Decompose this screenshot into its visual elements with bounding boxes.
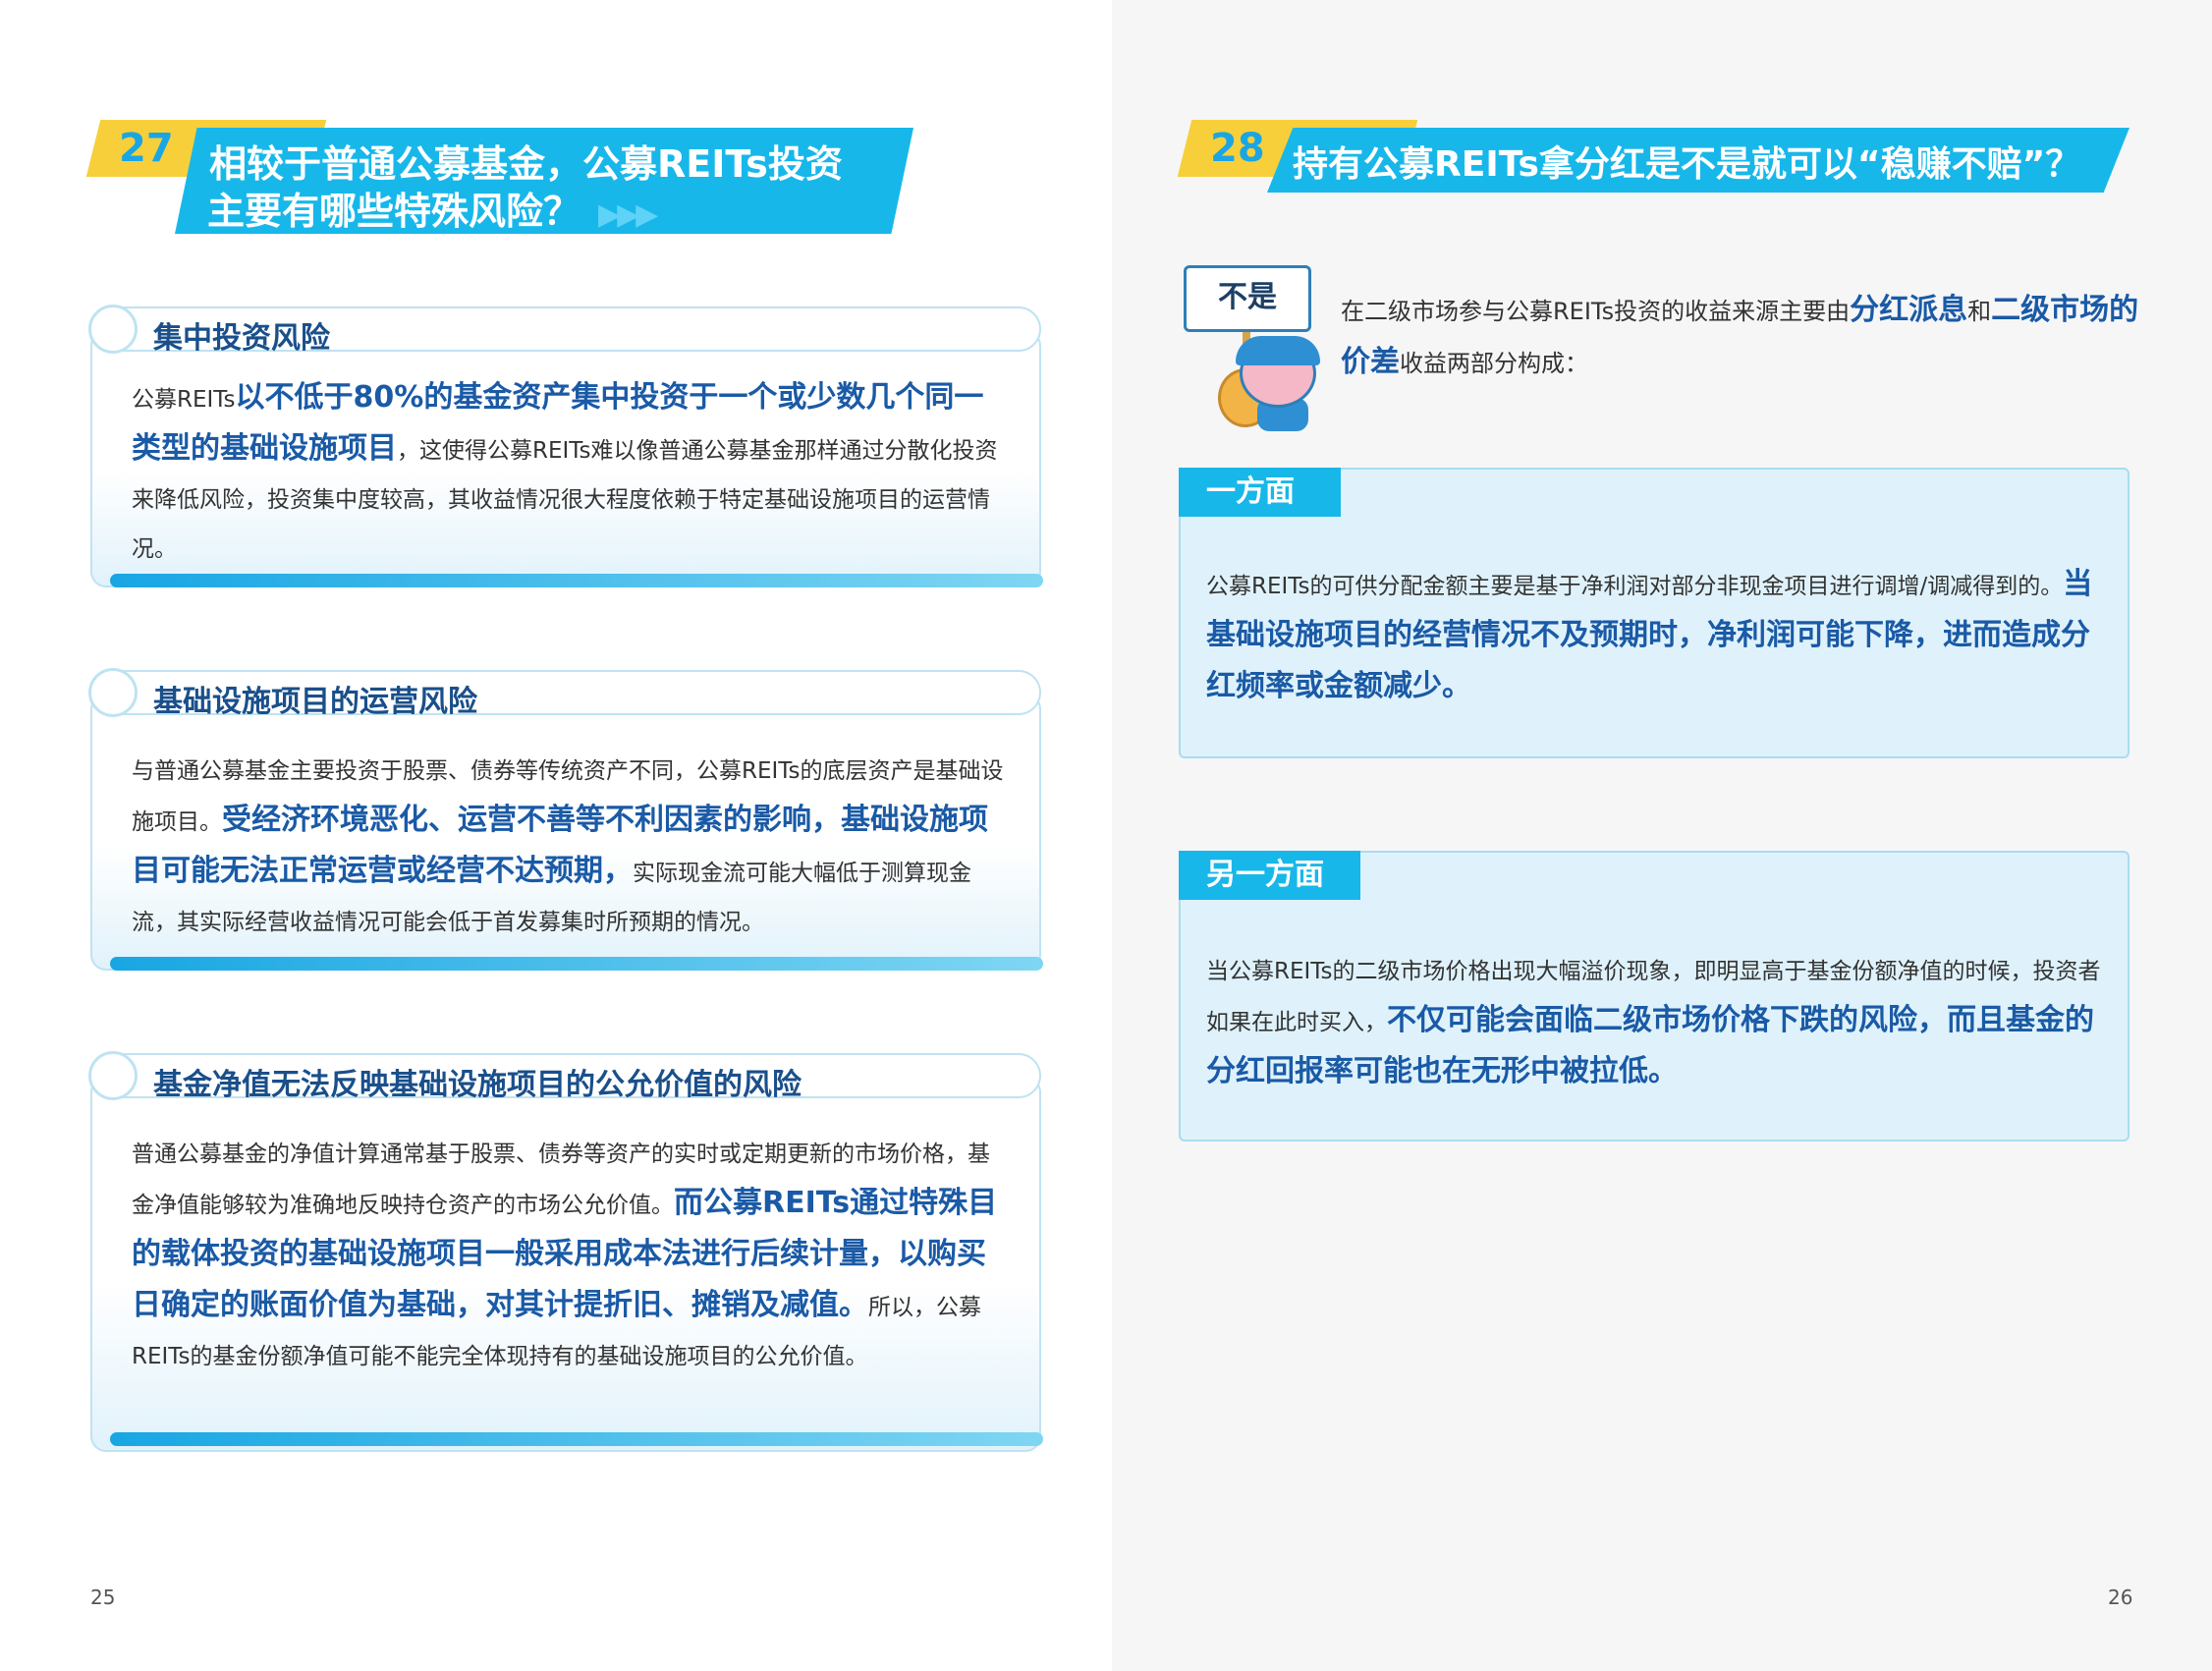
- question-banner-27: 相较于普通公募基金，公募REITs投资 主要有哪些特殊风险？ ▶▶▶: [175, 128, 913, 234]
- page-number-left: 25: [90, 1586, 116, 1609]
- card-body: 公募REITs以不低于80%的基金资产集中投资于一个或少数几个同一类型的基础设施…: [132, 373, 1010, 574]
- card-bar: [110, 574, 1043, 587]
- card-nav-risk: 普通公募基金的净值计算通常基于股票、债券等资产的实时或定期更新的市场价格，基金净…: [90, 1077, 1041, 1452]
- card-title: 集中投资风险: [153, 321, 330, 356]
- card-bar: [110, 957, 1043, 971]
- circle-icon: [88, 1051, 138, 1100]
- card-concentration-risk: 公募REITs以不低于80%的基金资产集中投资于一个或少数几个同一类型的基础设施…: [90, 330, 1041, 587]
- question-title-line2-wrap: 主要有哪些特殊风险？ ▶▶▶: [207, 181, 658, 234]
- box-body: 公募REITs的可供分配金额主要是基于净利润对部分非现金项目进行调增/调减得到的…: [1206, 560, 2110, 713]
- body-text: 公募REITs的可供分配金额主要是基于净利润对部分非现金项目进行调增/调减得到的…: [1206, 574, 2064, 599]
- card-body: 与普通公募基金主要投资于股票、债券等传统资产不同，公募REITs的底层资产是基础…: [132, 747, 1010, 947]
- card-title: 基金净值无法反映基础设施项目的公允价值的风险: [153, 1068, 802, 1102]
- question-title: 持有公募REITs拿分红是不是就可以“稳赚不赔”？: [1293, 144, 2081, 185]
- question-banner-28: 持有公募REITs拿分红是不是就可以“稳赚不赔”？: [1267, 128, 2129, 193]
- card-body: 普通公募基金的净值计算通常基于股票、债券等资产的实时或定期更新的市场价格，基金净…: [132, 1130, 1010, 1381]
- circle-icon: [88, 305, 138, 354]
- question-title-line1: 相较于普通公募基金，公募REITs投资: [209, 142, 843, 186]
- emphasis-text: 分红派息: [1850, 293, 1968, 327]
- body-text: 在二级市场参与公募REITs投资的收益来源主要由: [1341, 298, 1851, 325]
- intro-text: 在二级市场参与公募REITs投资的收益来源主要由分红派息和二级市场的价差收益两部…: [1341, 285, 2146, 389]
- card-title-box: 集中投资风险: [88, 305, 1041, 356]
- box-body: 当公募REITs的二级市场价格出现大幅溢价现象，即明显高于基金份额净值的时候，投…: [1206, 947, 2110, 1098]
- card-title-box: 基础设施项目的运营风险: [88, 668, 1041, 719]
- mascot-cap-icon: [1236, 336, 1320, 365]
- body-text: 和: [1967, 298, 1992, 325]
- question-title-line2: 主要有哪些特殊风险？: [207, 190, 581, 233]
- card-title-box: 基金净值无法反映基础设施项目的公允价值的风险: [88, 1051, 1041, 1102]
- page-number-right: 26: [2108, 1586, 2133, 1609]
- card-operation-risk: 与普通公募基金主要投资于股票、债券等传统资产不同，公募REITs的底层资产是基础…: [90, 694, 1041, 971]
- card-title: 基础设施项目的运营风险: [153, 685, 477, 719]
- sign-no: 不是: [1184, 265, 1311, 332]
- tab-one-side: 一方面: [1179, 468, 1341, 517]
- card-bar: [110, 1432, 1043, 1446]
- body-text: 收益两部分构成：: [1400, 350, 1588, 377]
- right-page: [1112, 0, 2212, 1671]
- tab-other-side: 另一方面: [1179, 851, 1360, 900]
- body-text: 公募REITs: [132, 387, 236, 413]
- circle-icon: [88, 668, 138, 717]
- arrows-icon: ▶▶▶: [598, 197, 658, 232]
